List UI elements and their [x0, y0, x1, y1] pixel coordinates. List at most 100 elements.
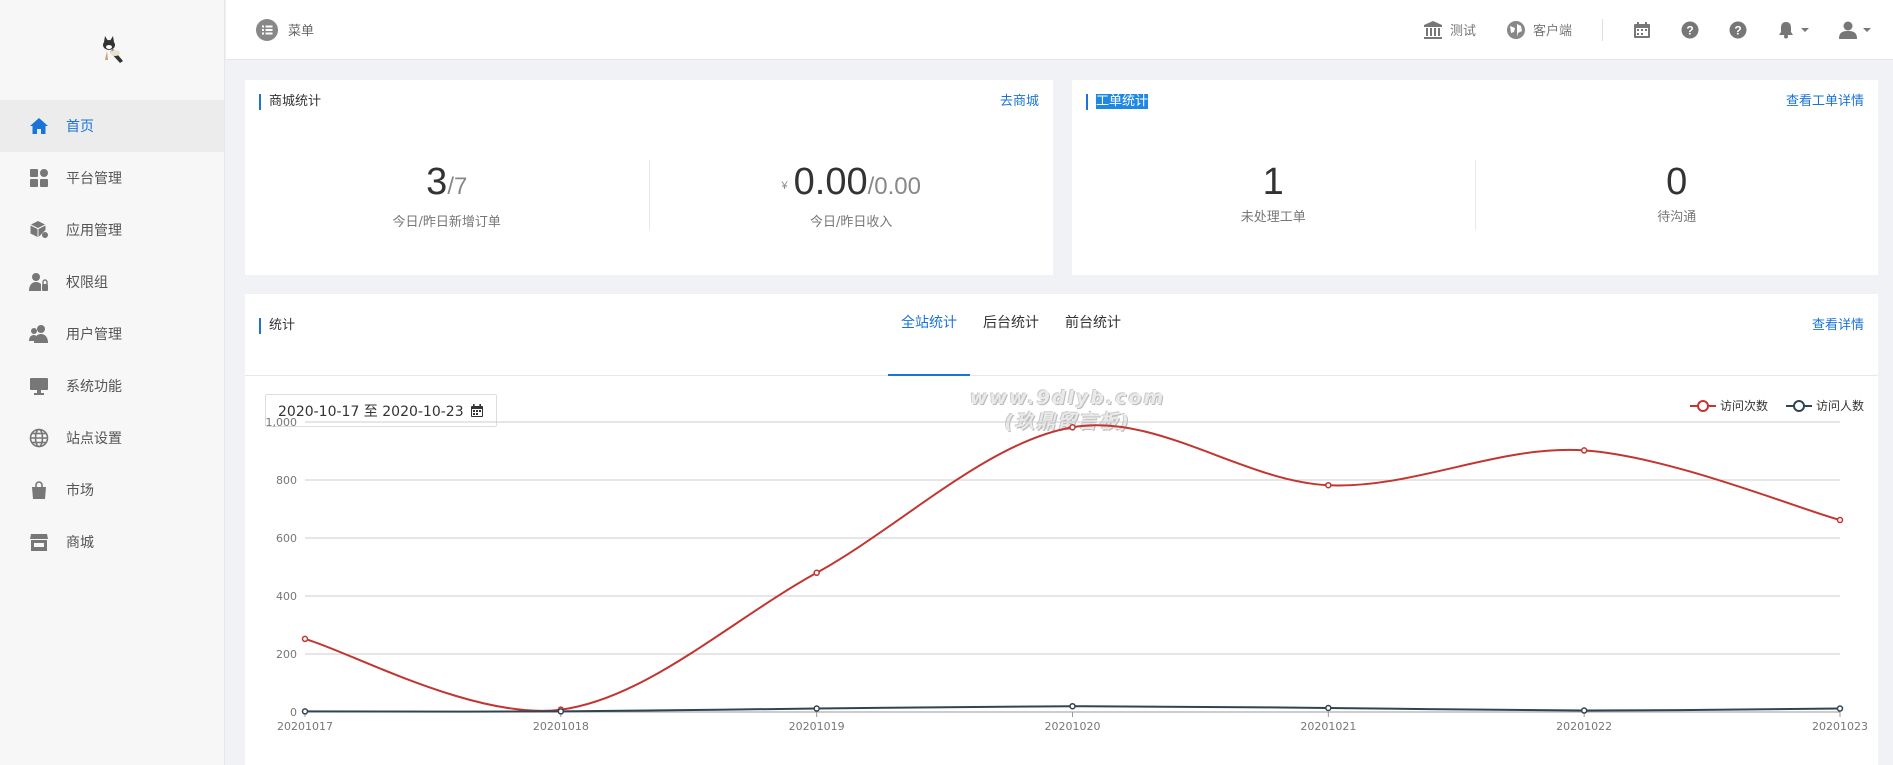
pending-label: 未处理工单	[1240, 210, 1306, 225]
ticket-details-link[interactable]: 查看工单详情	[1786, 94, 1864, 110]
apps-icon	[28, 167, 50, 189]
communicate-value: 0	[1666, 161, 1688, 203]
users-icon	[28, 323, 50, 345]
data-point-visitors	[1325, 704, 1332, 712]
x-tick-label: 20201023	[1812, 720, 1868, 733]
statistics-card: 统计 全站统计 后台统计 前台统计 查看详情 www.9dlyb.com (玖鼎…	[245, 294, 1878, 765]
data-point-visits	[1580, 447, 1588, 454]
card-title: 商城统计	[259, 94, 321, 110]
data-point-visits	[1325, 481, 1332, 489]
go-to-mall-link[interactable]: 去商城	[1000, 94, 1039, 110]
test-link[interactable]: 测试	[1423, 20, 1476, 40]
orders-label: 今日/昨日新增订单	[392, 215, 501, 230]
income-stat: ¥0.00/0.00 今日/昨日收入	[648, 160, 1054, 230]
chevron-down-icon	[1863, 27, 1871, 32]
sidebar-item-label: 站点设置	[66, 431, 122, 447]
sidebar-item-label: 商城	[66, 535, 94, 551]
bell-icon	[1779, 21, 1793, 38]
bag-icon	[28, 479, 50, 501]
question-icon: ?	[1681, 21, 1699, 38]
x-tick-label: 20201017	[277, 720, 333, 733]
x-tick-label: 20201019	[789, 720, 845, 733]
menu-label: 菜单	[288, 24, 315, 39]
sidebar: 首页 平台管理 应用管理 权限组 用户管理 系统功能 站点设置 市场 商城	[0, 0, 225, 765]
y-tick-label: 400	[276, 590, 297, 603]
pending-ticket-stat: 1 未处理工单	[1072, 160, 1475, 230]
communicate-stat: 0 待沟通	[1474, 160, 1879, 230]
stats-row: 3/7 今日/昨日新增订单 ¥0.00/0.00 今日/昨日收入	[245, 160, 1053, 230]
data-point-visitors	[1836, 705, 1844, 712]
x-tick-label: 20201022	[1556, 720, 1612, 733]
series-line-visits	[304, 424, 1841, 712]
sidebar-item-platform[interactable]: 平台管理	[0, 152, 224, 204]
client-link-label: 客户端	[1532, 24, 1572, 39]
data-point-visitors	[301, 708, 309, 715]
data-point-visitors	[813, 705, 820, 712]
chevron-down-icon	[1801, 27, 1809, 32]
svg-text:?: ?	[1686, 23, 1693, 37]
topbar-actions: 测试 客户端 ? ?	[1393, 18, 1871, 41]
y-tick-label: 0	[290, 706, 297, 719]
sidebar-item-market[interactable]: 市场	[0, 464, 224, 516]
y-tick-label: 1,000	[266, 416, 298, 429]
sidebar-item-apps[interactable]: 应用管理	[0, 204, 224, 256]
data-point-visitors	[557, 708, 565, 715]
store-icon	[28, 531, 50, 553]
sidebar-item-label: 应用管理	[66, 223, 122, 239]
card-title: 工单统计	[1086, 94, 1149, 110]
user-menu-button[interactable]	[1839, 21, 1871, 39]
y-tick-label: 600	[276, 532, 297, 545]
cat-logo-icon	[103, 36, 123, 63]
sidebar-item-label: 权限组	[66, 275, 108, 291]
stats-row: 1 未处理工单 0 待沟通	[1072, 160, 1878, 230]
home-icon	[28, 115, 50, 137]
user-icon	[1839, 21, 1857, 39]
currency-symbol: ¥	[781, 180, 788, 192]
orders-stat: 3/7 今日/昨日新增订单	[245, 160, 649, 230]
question-icon: ?	[1729, 21, 1747, 38]
data-point-visits	[813, 569, 820, 577]
menu-toggle-button[interactable]: 菜单	[256, 18, 315, 41]
user-lock-icon	[28, 271, 50, 293]
sidebar-item-system[interactable]: 系统功能	[0, 360, 224, 412]
income-today: 0.00	[793, 161, 868, 203]
svg-text:?: ?	[1734, 23, 1741, 37]
notifications-button[interactable]	[1777, 21, 1809, 39]
help-button[interactable]: ?	[1681, 21, 1699, 39]
sidebar-item-site-settings[interactable]: 站点设置	[0, 412, 224, 464]
sidebar-item-home[interactable]: 首页	[0, 100, 224, 152]
sidebar-item-permissions[interactable]: 权限组	[0, 256, 224, 308]
globe-icon	[28, 427, 50, 449]
y-tick-label: 800	[276, 474, 297, 487]
data-point-visits	[1069, 423, 1076, 431]
bank-icon	[1423, 20, 1442, 39]
monitor-icon	[28, 375, 50, 397]
data-point-visitors	[1580, 707, 1588, 714]
x-tick-label: 20201020	[1045, 720, 1101, 733]
topbar: 菜单 测试 客户端 ? ?	[226, 0, 1893, 60]
topbar-divider	[1602, 18, 1603, 41]
calendar-button[interactable]	[1633, 21, 1651, 39]
x-tick-label: 20201018	[533, 720, 589, 733]
cube-icon	[28, 219, 50, 241]
sidebar-item-users[interactable]: 用户管理	[0, 308, 224, 360]
globe-icon	[1506, 20, 1525, 39]
calendar-icon	[1634, 21, 1650, 38]
sidebar-item-label: 系统功能	[66, 379, 122, 395]
logo[interactable]	[0, 0, 224, 100]
data-point-visits	[301, 635, 309, 643]
sidebar-nav: 首页 平台管理 应用管理 权限组 用户管理 系统功能 站点设置 市场 商城	[0, 100, 224, 568]
income-value: ¥0.00/0.00	[650, 160, 1054, 209]
sidebar-item-label: 用户管理	[66, 327, 122, 343]
orders-yesterday: /7	[447, 173, 468, 200]
data-point-visitors	[1069, 702, 1076, 710]
sidebar-item-mall[interactable]: 商城	[0, 516, 224, 568]
client-link[interactable]: 客户端	[1506, 20, 1572, 40]
sidebar-item-label: 平台管理	[66, 171, 122, 187]
list-icon	[256, 18, 278, 41]
income-label: 今日/昨日收入	[810, 215, 893, 230]
communicate-label: 待沟通	[1657, 210, 1697, 225]
orders-value: 3/7	[245, 160, 649, 209]
help-button-2[interactable]: ?	[1729, 21, 1747, 39]
test-link-label: 测试	[1449, 24, 1476, 39]
